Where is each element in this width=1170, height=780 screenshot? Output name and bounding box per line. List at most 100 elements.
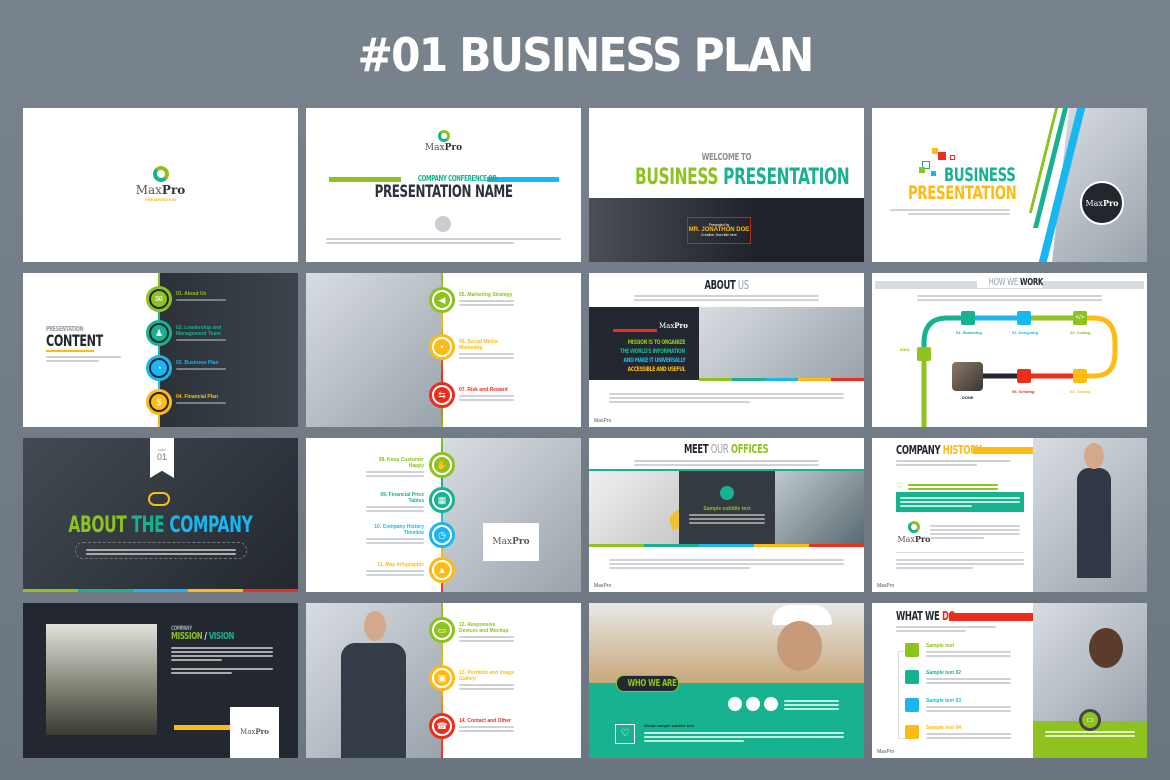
content-item[interactable]: 13. Portfolio and Image Gallery bbox=[459, 670, 514, 692]
title-business: BUSINESS bbox=[634, 165, 719, 190]
step-label: 05. Sending bbox=[1012, 389, 1035, 394]
slide-presentation-name[interactable]: MaxPro COMPANY CONFERENCE OR PRESENTATIO… bbox=[306, 108, 581, 262]
image-icon: ▣ bbox=[434, 670, 450, 686]
title-about: ABOUT bbox=[704, 278, 736, 292]
footer-logo: MaxPro bbox=[594, 583, 612, 589]
mission-line: MISSION IS TO ORGANIZE bbox=[627, 338, 686, 346]
slide-content-2[interactable]: ◀ • ⇆ 05. Marketing Strategy 06. Social … bbox=[306, 273, 581, 427]
title-presentation: PRESENTATION bbox=[908, 182, 1017, 204]
table-icon: ▦ bbox=[434, 492, 450, 508]
footer-logo: MaxPro bbox=[594, 418, 612, 424]
office-info-panel: Sample subtitle text bbox=[679, 471, 775, 544]
content-item[interactable]: 05. Marketing Strategy bbox=[459, 292, 514, 308]
slide-title: PRESENTATION NAME bbox=[374, 182, 513, 202]
title-vision: VISION bbox=[208, 631, 235, 642]
slide-what-we-do[interactable]: WHAT WE DO Sample text Sample text 02 Sa… bbox=[872, 603, 1147, 758]
maxpro-logo: MaxPro bbox=[894, 521, 934, 544]
who-subtitle: About sample subtitle text bbox=[644, 723, 695, 728]
title-meet: MEET bbox=[684, 442, 709, 456]
slide-content-3[interactable]: ✋ ▦ ◷ ▲ 08. Keep Customer Happy 09. Fina… bbox=[306, 438, 581, 592]
step-label: 03. Coding bbox=[1070, 330, 1091, 335]
badge-icon bbox=[435, 216, 451, 232]
title-presentation: PRESENTATION bbox=[723, 165, 850, 190]
megaphone-icon: ◀ bbox=[434, 292, 450, 308]
money-icon bbox=[746, 697, 760, 711]
slide-company-history[interactable]: COMPANY HISTORY ♡ MaxPro MaxPro bbox=[872, 438, 1147, 592]
heart-icon: ♡ bbox=[615, 724, 635, 744]
devices-icon: ▭ bbox=[434, 622, 450, 638]
social-icon: • bbox=[434, 339, 450, 355]
page-title: #01 BUSINESS PLAN bbox=[357, 28, 815, 82]
pen-icon bbox=[905, 670, 919, 684]
content-item[interactable]: 01. About Us bbox=[176, 291, 226, 303]
content-item[interactable]: 04. Financial Plan bbox=[176, 394, 226, 406]
title-company: COMPANY bbox=[896, 443, 941, 457]
fact-ribbon: FACT 01 bbox=[150, 438, 174, 478]
step-label: 04. Testing bbox=[1070, 389, 1091, 394]
pause-icon bbox=[905, 643, 919, 657]
step-label: 02. Designing bbox=[1012, 330, 1039, 335]
slide-content[interactable]: PRESENTATION CONTENT ✉ ♟ ◔ $ 01. About U… bbox=[23, 273, 298, 427]
map-icon: ▲ bbox=[434, 562, 450, 578]
history-highlight bbox=[896, 492, 1024, 512]
content-item[interactable]: 06. Social Media Marketing bbox=[459, 339, 514, 361]
bulb-icon bbox=[905, 698, 919, 712]
title-company: COMPANY bbox=[169, 513, 253, 538]
title-our: OUR bbox=[711, 442, 729, 456]
slide-meet-offices[interactable]: MEET OUR OFFICES Sample subtitle text Ma… bbox=[589, 438, 864, 592]
send-icon bbox=[1017, 369, 1031, 383]
chat-icon: ✉ bbox=[151, 291, 167, 307]
slide-business-presentation[interactable]: BUSINESS PRESENTATION MaxPro bbox=[872, 108, 1147, 262]
signpost-icon: ⇆ bbox=[434, 387, 450, 403]
businessman-photo bbox=[699, 307, 864, 378]
user-icon: ♟ bbox=[151, 325, 167, 341]
handshake-photo bbox=[952, 362, 983, 391]
step-label: DONE bbox=[962, 395, 974, 400]
teal-panel bbox=[589, 683, 864, 758]
maxpro-logo: MaxPro bbox=[230, 707, 279, 758]
slide-about-us[interactable]: ABOUT US MaxPro MISSION IS TO ORGANIZE T… bbox=[589, 273, 864, 427]
content-item[interactable]: 11. Map Infographic bbox=[366, 562, 424, 578]
slide-content-4[interactable]: ▭ ▣ ☎ 12. Responsive Devices and Mockup … bbox=[306, 603, 581, 758]
slide-mission-vision[interactable]: COMPANY MISSION / VISION MaxPro bbox=[23, 603, 298, 758]
code-icon: </> bbox=[1073, 311, 1087, 325]
service-item[interactable]: Sample text 03 bbox=[926, 698, 1011, 714]
slide-about-company[interactable]: FACT 01 ABOUT THE COMPANY bbox=[23, 438, 298, 592]
chat-icon: ▭ bbox=[1079, 709, 1101, 731]
content-item[interactable]: 14. Contact and Other bbox=[459, 718, 514, 734]
service-item[interactable]: Sample text bbox=[926, 643, 1011, 659]
service-item[interactable]: Sample text 04 bbox=[926, 725, 1011, 741]
content-item[interactable]: 03. Business Plan bbox=[176, 360, 226, 372]
content-item[interactable]: 08. Keep Customer Happy bbox=[366, 457, 424, 479]
money-icon: $ bbox=[151, 394, 167, 410]
content-item[interactable]: 12. Responsive Devices and Mockup bbox=[459, 622, 514, 644]
woman-photo bbox=[306, 273, 442, 427]
heart-icon: ♡ bbox=[896, 481, 904, 490]
content-item[interactable]: 02. Leadership and Management Team bbox=[176, 325, 226, 343]
presenter-box: Presented by MR. JONATHON DOE Creative J… bbox=[687, 217, 751, 244]
location-icon bbox=[728, 697, 742, 711]
logo-badge: MaxPro bbox=[1080, 181, 1124, 225]
slide-welcome[interactable]: WELCOME TO BUSINESS PRESENTATION Present… bbox=[589, 108, 864, 262]
maxpro-logo: MaxPro bbox=[483, 523, 539, 561]
content-item[interactable]: 09. Financial Price Tables bbox=[366, 492, 424, 514]
office-photo-1 bbox=[589, 471, 679, 544]
title-mission: MISSION bbox=[171, 631, 203, 642]
content-item[interactable]: 07. Risk and Reward bbox=[459, 387, 514, 403]
calendar-icon bbox=[720, 486, 734, 500]
man-tablet-photo bbox=[1033, 603, 1147, 721]
mission-line: ACCESSIBLE AND USEFUL bbox=[627, 365, 685, 373]
slide-logo[interactable]: MaxPro PRESENTATION bbox=[23, 108, 298, 262]
umbrella-icon bbox=[764, 697, 778, 711]
office-photo-2 bbox=[775, 471, 864, 544]
gear-icon bbox=[905, 725, 919, 739]
testing-icon bbox=[1073, 369, 1087, 383]
service-item[interactable]: Sample text 02 bbox=[926, 670, 1011, 686]
pencil-icon bbox=[961, 311, 975, 325]
pen-tool-icon bbox=[1017, 311, 1031, 325]
slide-how-we-work[interactable]: HOW WE WORK </> IDEA 01. Sketching 02. D… bbox=[872, 273, 1147, 427]
slide-who-we-are[interactable]: WHO WE ARE ♡ About sample subtitle text bbox=[589, 603, 864, 758]
title-offices: OFFICES bbox=[731, 442, 769, 456]
content-item[interactable]: 10. Company History Timeline bbox=[366, 524, 424, 546]
mission-line: THE WORLD'S INFORMATION bbox=[619, 347, 685, 355]
